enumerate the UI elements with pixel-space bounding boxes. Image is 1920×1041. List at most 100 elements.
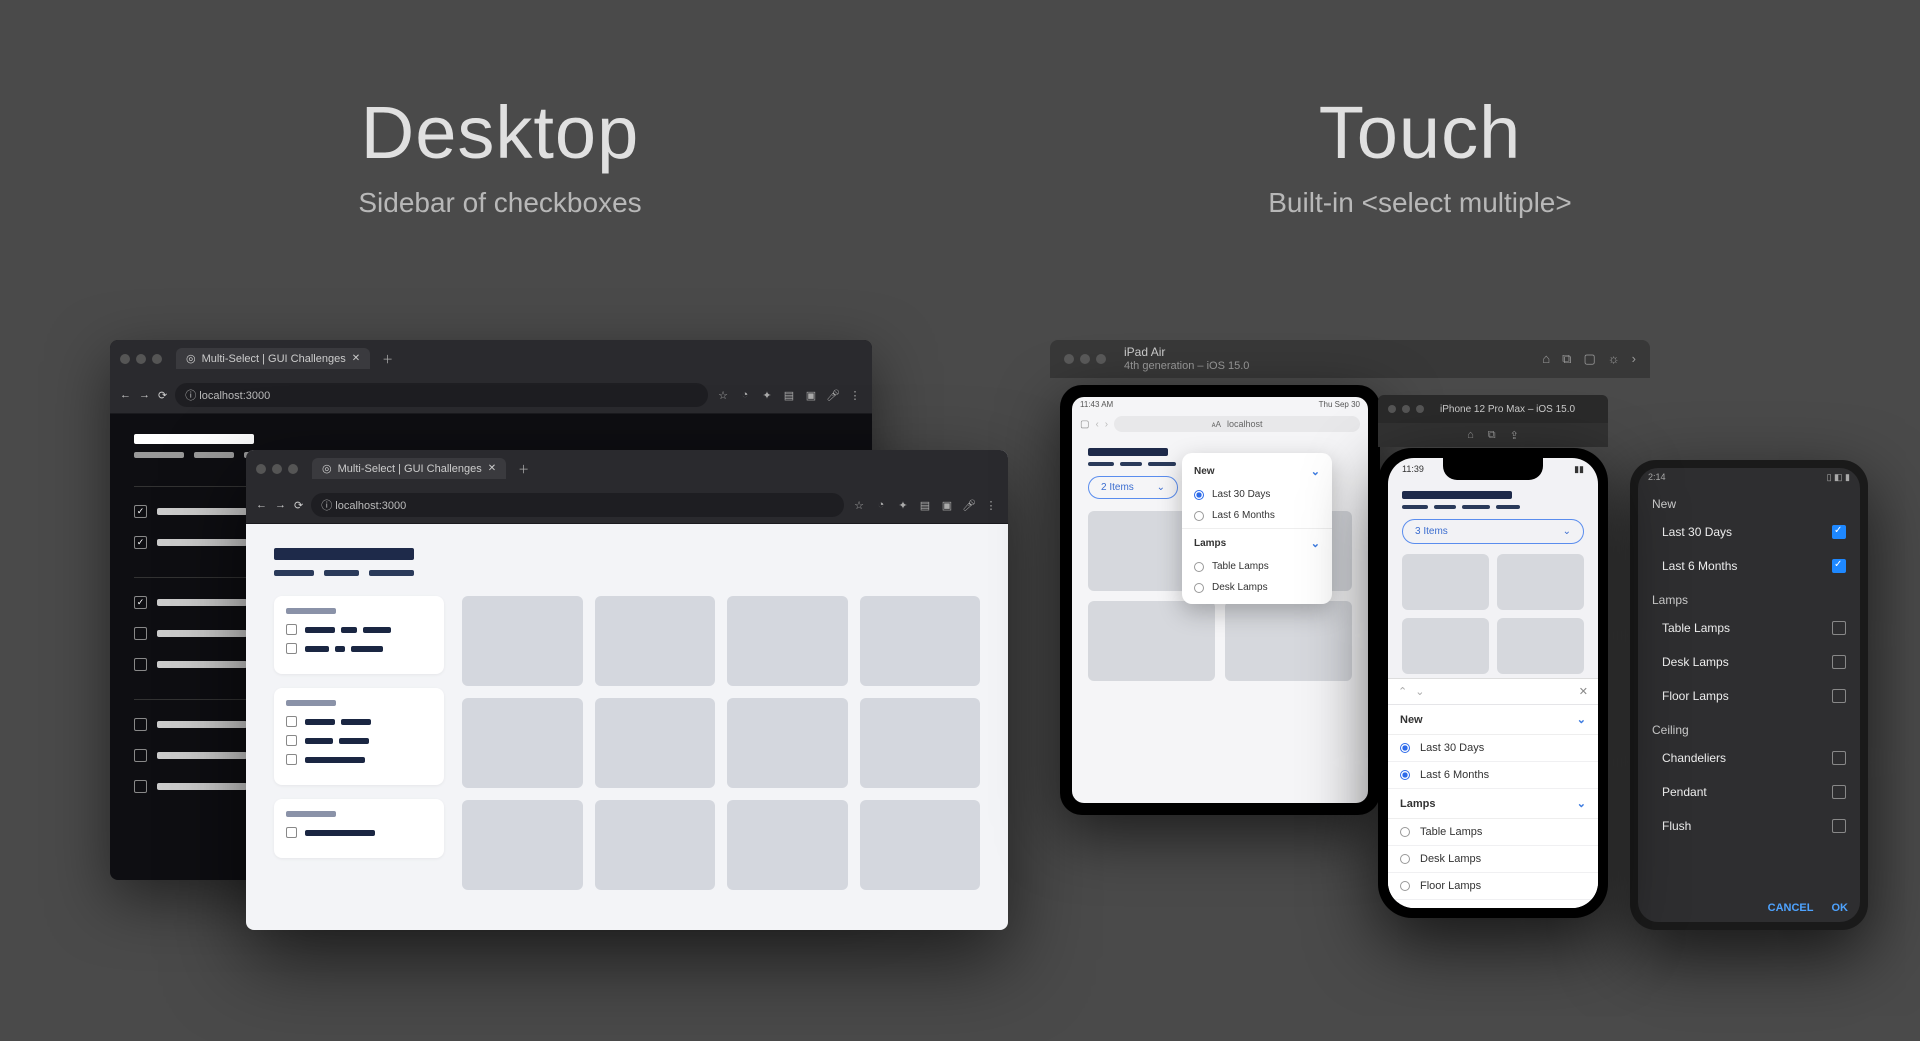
checkbox-icon[interactable]: [134, 536, 147, 549]
screenshot-icon[interactable]: ⧉: [1488, 429, 1496, 442]
checkbox-icon[interactable]: [286, 735, 297, 746]
star-icon[interactable]: ☆: [716, 389, 730, 402]
window-icon[interactable]: ▣: [940, 499, 954, 512]
forward-icon[interactable]: ›: [1105, 419, 1108, 430]
menu-icon[interactable]: ⋮: [848, 389, 862, 402]
back-icon[interactable]: ←: [256, 499, 267, 511]
select-option[interactable]: Last 6 Months: [1182, 505, 1332, 526]
forward-icon[interactable]: →: [139, 389, 150, 401]
sidebar-toggle-icon[interactable]: ▢: [1080, 419, 1089, 430]
zoom-icon[interactable]: [288, 464, 298, 474]
address-bar[interactable]: ⓘ localhost:3000: [175, 383, 708, 407]
multi-select-button[interactable]: 2 Items ⌄: [1088, 476, 1178, 499]
close-icon[interactable]: [1064, 354, 1074, 364]
result-card[interactable]: [462, 596, 583, 686]
result-card[interactable]: [1497, 618, 1584, 674]
select-option[interactable]: Last 6 Months: [1638, 549, 1860, 583]
checkbox-icon[interactable]: [286, 643, 297, 654]
menu-icon[interactable]: ⋮: [984, 499, 998, 512]
close-icon[interactable]: [1388, 405, 1396, 413]
select-option[interactable]: Flush: [1638, 809, 1860, 843]
result-card[interactable]: [727, 800, 848, 890]
checkbox-icon[interactable]: [134, 596, 147, 609]
checkbox-icon[interactable]: [1832, 525, 1846, 539]
select-option[interactable]: Desk Lamps: [1638, 645, 1860, 679]
tab-close-icon[interactable]: ✕: [352, 353, 360, 364]
select-option[interactable]: Table Lamps: [1388, 819, 1598, 846]
result-card[interactable]: [860, 800, 981, 890]
minimize-icon[interactable]: [136, 354, 146, 364]
prev-option-icon[interactable]: ⌃: [1398, 685, 1407, 698]
select-option[interactable]: Last 30 Days: [1388, 735, 1598, 762]
checkbox-row[interactable]: [286, 624, 432, 635]
minimize-icon[interactable]: [1402, 405, 1410, 413]
result-card[interactable]: [595, 596, 716, 686]
result-card[interactable]: [860, 596, 981, 686]
result-card[interactable]: [727, 596, 848, 686]
select-option[interactable]: Floor Lamps: [1388, 873, 1598, 900]
reload-icon[interactable]: ⟳: [294, 499, 303, 512]
window-controls[interactable]: [120, 354, 162, 364]
result-card[interactable]: [1402, 554, 1489, 610]
zoom-icon[interactable]: [1416, 405, 1424, 413]
checkbox-icon[interactable]: [286, 754, 297, 765]
checkbox-icon[interactable]: [1832, 621, 1846, 635]
result-card[interactable]: [1225, 601, 1352, 681]
browser-tab[interactable]: ◎ Multi-Select | GUI Challenges ✕: [176, 348, 370, 369]
checkbox-icon[interactable]: [1832, 785, 1846, 799]
checkbox-icon[interactable]: [286, 624, 297, 635]
mic-icon[interactable]: 🎤︎: [826, 389, 840, 402]
mic-icon[interactable]: 🎤︎: [962, 499, 976, 512]
option-group-header[interactable]: Ceiling ›: [1388, 900, 1598, 908]
option-group-header[interactable]: New ⌄: [1388, 705, 1598, 735]
select-option[interactable]: Desk Lamps: [1388, 846, 1598, 873]
simulator-menu-icon[interactable]: ›: [1632, 351, 1636, 367]
checkbox-icon[interactable]: [1832, 655, 1846, 669]
result-card[interactable]: [1497, 554, 1584, 610]
extension-icon[interactable]: ◔: [738, 389, 752, 402]
select-option[interactable]: Table Lamps: [1638, 611, 1860, 645]
zoom-icon[interactable]: [1096, 354, 1106, 364]
checkbox-row[interactable]: [286, 827, 432, 838]
option-group-header[interactable]: Lamps ⌄: [1182, 531, 1332, 556]
result-card[interactable]: [727, 698, 848, 788]
screenshot-icon[interactable]: ⧉: [1562, 351, 1571, 367]
appearance-icon[interactable]: ☼: [1608, 351, 1620, 367]
checkbox-row[interactable]: [286, 643, 432, 654]
reload-icon[interactable]: ⟳: [158, 389, 167, 402]
extension-icon[interactable]: ◔: [874, 499, 888, 512]
window-controls[interactable]: [256, 464, 298, 474]
checkbox-icon[interactable]: [134, 749, 147, 762]
window-controls[interactable]: [1388, 405, 1424, 413]
option-group-header[interactable]: New ⌄: [1182, 459, 1332, 484]
back-icon[interactable]: ←: [120, 389, 131, 401]
minimize-icon[interactable]: [1080, 354, 1090, 364]
checkbox-icon[interactable]: [1832, 559, 1846, 573]
select-option[interactable]: Pendant: [1638, 775, 1860, 809]
checkbox-icon[interactable]: [134, 718, 147, 731]
select-option[interactable]: Last 30 Days: [1638, 515, 1860, 549]
back-icon[interactable]: ‹: [1095, 419, 1098, 430]
checkbox-icon[interactable]: [134, 780, 147, 793]
result-card[interactable]: [462, 698, 583, 788]
result-card[interactable]: [595, 800, 716, 890]
browser-tab[interactable]: ◎ Multi-Select | GUI Challenges ✕: [312, 458, 506, 479]
checkbox-row[interactable]: [286, 735, 432, 746]
checkbox-icon[interactable]: [134, 505, 147, 518]
address-bar[interactable]: ⓘ localhost:3000: [311, 493, 844, 517]
text-size-icon[interactable]: ᴀA: [1212, 420, 1221, 429]
select-option[interactable]: Last 6 Months: [1388, 762, 1598, 789]
select-option[interactable]: Chandeliers: [1638, 741, 1860, 775]
select-option[interactable]: Table Lamps: [1182, 556, 1332, 577]
result-card[interactable]: [1402, 618, 1489, 674]
devtools-icon[interactable]: ▤: [782, 389, 796, 402]
new-tab-button[interactable]: ＋: [382, 351, 393, 367]
window-icon[interactable]: ▣: [804, 389, 818, 402]
multi-select-button[interactable]: 3 Items ⌄: [1402, 519, 1584, 544]
option-group-header[interactable]: Lamps ⌄: [1388, 789, 1598, 819]
puzzle-icon[interactable]: ✦: [896, 499, 910, 512]
ok-button[interactable]: OK: [1832, 902, 1849, 914]
checkbox-icon[interactable]: [134, 627, 147, 640]
close-icon[interactable]: [120, 354, 130, 364]
select-option[interactable]: Desk Lamps: [1182, 577, 1332, 598]
